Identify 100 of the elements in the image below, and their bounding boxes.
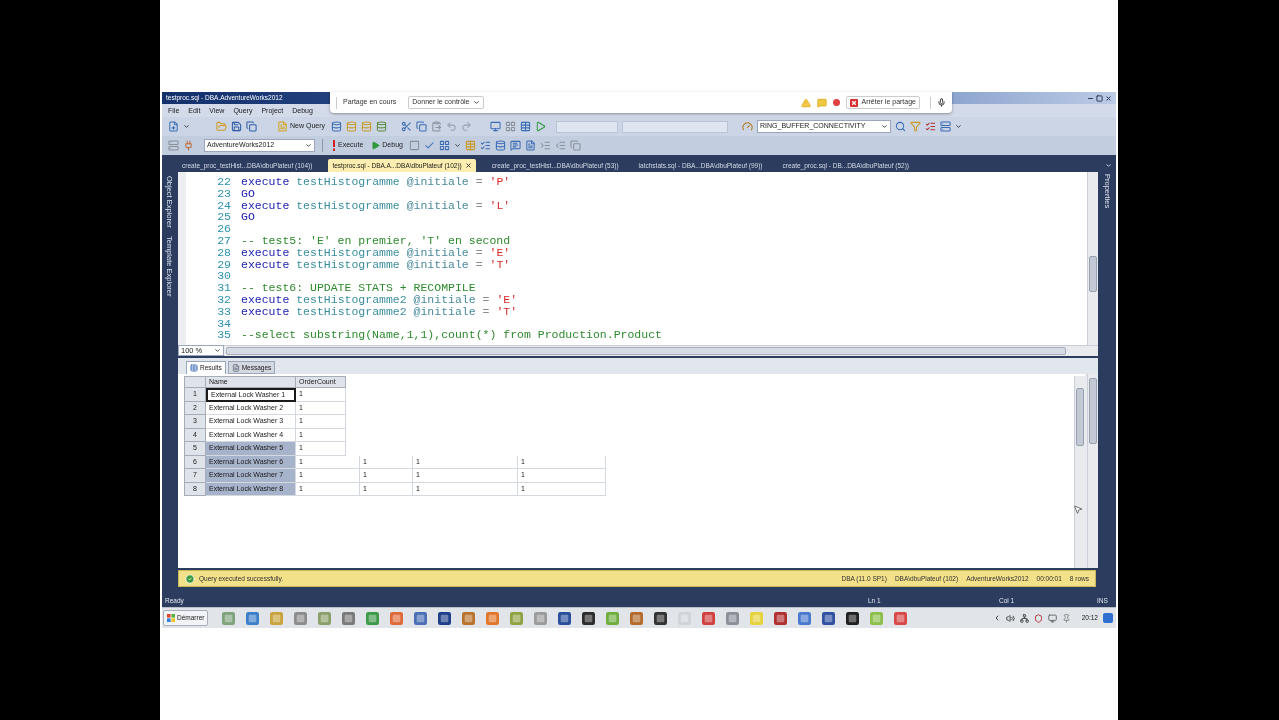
pin-icon[interactable]: [1061, 613, 1071, 623]
scrollbar-thumb[interactable]: [226, 347, 1066, 355]
database-icon[interactable]: [361, 121, 372, 132]
text-icon[interactable]: [509, 140, 521, 151]
file-icon[interactable]: [524, 140, 536, 151]
table-icon[interactable]: [464, 140, 476, 151]
scrollbar-thumb[interactable]: [1089, 378, 1097, 444]
code-line: -- test6: UPDATE STATS + RECOMPILE: [241, 282, 476, 294]
caret-icon: [214, 347, 221, 354]
gauge-icon[interactable]: [742, 121, 753, 132]
scrollbar[interactable]: [1087, 172, 1098, 345]
line-number: 30: [216, 270, 231, 283]
line-number: 23: [216, 187, 231, 200]
outdent-icon[interactable]: [554, 140, 566, 151]
scrollbar[interactable]: [1087, 374, 1098, 568]
copy-icon[interactable]: [416, 121, 427, 132]
line-number: 32: [216, 293, 231, 306]
folder-icon[interactable]: [216, 121, 227, 132]
code-line: GO: [241, 211, 255, 224]
list-icon[interactable]: [479, 140, 491, 151]
caret-icon: [955, 123, 962, 130]
speaker-icon[interactable]: [1005, 613, 1015, 623]
code-line: -- test5: 'E' en premier, 'T' en second: [241, 235, 511, 247]
search-icon[interactable]: [895, 121, 906, 132]
caret-icon: [183, 123, 190, 130]
table-icon[interactable]: [520, 121, 531, 132]
warning-icon[interactable]: [800, 97, 811, 108]
shield-icon[interactable]: [1033, 613, 1043, 623]
grid-icon[interactable]: [438, 140, 450, 151]
success-icon: [185, 573, 195, 584]
database-icon[interactable]: [346, 121, 357, 132]
grid-corner-header[interactable]: [184, 376, 206, 388]
app-icon[interactable]: [1103, 613, 1113, 623]
grid-icon[interactable]: [505, 121, 516, 132]
scrollbar-thumb[interactable]: [1089, 256, 1097, 292]
code-line: --select substring(Name,1,1),count(*) from Production.Product: [241, 329, 662, 342]
caret-icon: [472, 99, 480, 106]
grid-icon: [190, 364, 198, 372]
line-number: 35: [216, 329, 231, 342]
paste-icon[interactable]: [431, 121, 442, 132]
filter-icon[interactable]: [910, 121, 921, 132]
database-icon[interactable]: [331, 121, 342, 132]
close-icon[interactable]: [464, 162, 472, 169]
line-number: 22: [216, 176, 231, 188]
line-number: 31: [216, 282, 231, 294]
redo-icon[interactable]: [461, 121, 472, 132]
toolbar-field[interactable]: [622, 120, 728, 133]
program-icon[interactable]: [558, 611, 572, 625]
chat-icon[interactable]: [816, 97, 827, 108]
list-icon[interactable]: [925, 121, 936, 132]
copy-icon[interactable]: [569, 140, 581, 151]
record-dot-icon[interactable]: [832, 99, 840, 106]
new-file-icon[interactable]: [168, 121, 179, 132]
program-icon[interactable]: [582, 611, 596, 625]
caret-icon: [305, 142, 312, 149]
server-icon[interactable]: [940, 121, 951, 132]
check-icon[interactable]: [423, 140, 435, 151]
file-icon: [231, 363, 240, 372]
toolbar-field[interactable]: [556, 120, 618, 133]
line-number: 34: [216, 317, 231, 330]
file-icon: [277, 121, 288, 132]
code-line: execute testHistogramme @initiale = 'L': [241, 199, 511, 212]
line-number: 28: [216, 246, 231, 259]
plug-icon[interactable]: [183, 140, 194, 151]
caret-icon[interactable]: [1105, 162, 1112, 169]
undo-icon[interactable]: [446, 121, 457, 132]
microphone-icon[interactable]: [937, 98, 946, 107]
stop-icon[interactable]: [408, 140, 420, 151]
close-icon[interactable]: [1105, 94, 1112, 102]
play-icon[interactable]: [535, 121, 546, 132]
line-number: 24: [216, 199, 231, 212]
code-line: execute testHistogramme2 @initiale = 'E': [241, 293, 518, 306]
cut-icon[interactable]: [401, 121, 412, 132]
program-icon[interactable]: [654, 611, 668, 625]
line-number: 29: [216, 258, 231, 271]
code-line: execute testHistogramme @initiale = 'P': [241, 176, 511, 188]
line-number: 25: [216, 211, 231, 224]
line-number: 33: [216, 305, 231, 318]
scrollbar[interactable]: [1074, 376, 1085, 568]
server-icon[interactable]: [168, 140, 179, 151]
network-icon[interactable]: [1019, 613, 1029, 623]
monitor-icon[interactable]: [490, 121, 501, 132]
scrollbar-thumb[interactable]: [1076, 388, 1084, 446]
program-icon[interactable]: [822, 611, 836, 625]
copy-icon[interactable]: [246, 121, 257, 132]
horizontal-scrollbar[interactable]: [224, 345, 1098, 356]
code-line: execute testHistogramme2 @initiale = 'T': [241, 305, 518, 318]
code-line: execute testHistogramme @initiale = 'T': [241, 258, 511, 271]
maximize-icon[interactable]: [1096, 94, 1103, 102]
caret-icon: [881, 123, 888, 130]
code-line: GO: [241, 187, 255, 200]
play-icon: [371, 141, 381, 150]
program-icon[interactable]: [438, 611, 452, 625]
program-icon[interactable]: [846, 611, 860, 625]
monitor-icon[interactable]: [1047, 613, 1057, 623]
database-icon[interactable]: [376, 121, 387, 132]
stop-icon: [849, 98, 858, 107]
save-icon[interactable]: [231, 121, 242, 132]
database-icon[interactable]: [494, 140, 506, 151]
indent-icon[interactable]: [539, 140, 551, 151]
